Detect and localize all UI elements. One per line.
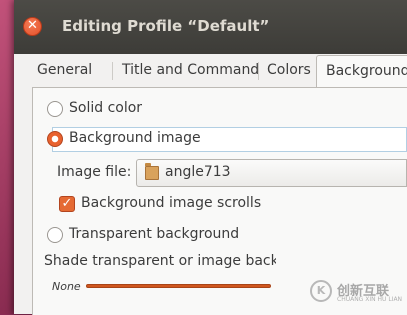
image-file-name: angle713 — [165, 164, 231, 180]
tab-colors[interactable]: Colors — [267, 55, 311, 86]
tab-bar: General Title and Command Colors Backgro… — [32, 55, 407, 88]
watermark-subtext: CHUANG XIN HU LIAN — [337, 296, 403, 303]
background-image-radio[interactable] — [47, 131, 63, 147]
solid-color-label[interactable]: Solid color — [69, 100, 142, 116]
solid-color-radio[interactable] — [47, 101, 63, 117]
watermark-logo-icon: K — [310, 280, 332, 302]
image-file-chooser-button[interactable]: angle713 — [136, 159, 407, 187]
titlebar: ✕ Editing Profile “Default” — [14, 0, 407, 54]
transparent-background-radio[interactable] — [47, 227, 63, 243]
tab-title-and-command[interactable]: Title and Command — [122, 55, 259, 86]
close-button[interactable]: ✕ — [23, 17, 42, 36]
tab-background[interactable]: Background — [316, 55, 407, 88]
shade-slider-min-label: None — [52, 280, 81, 293]
folder-icon — [145, 163, 159, 180]
tab-separator — [258, 62, 259, 80]
background-image-label[interactable]: Background image — [69, 130, 201, 146]
checkmark-icon: ✓ — [61, 196, 73, 211]
image-file-label: Image file: — [57, 164, 132, 180]
tab-separator — [112, 62, 113, 80]
background-image-scrolls-label[interactable]: Background image scrolls — [81, 195, 261, 211]
window-title: Editing Profile “Default” — [62, 17, 270, 35]
shade-slider[interactable] — [86, 284, 271, 288]
shade-label: Shade transparent or image backgi — [44, 253, 276, 269]
watermark: K 创新互联 CHUANG XIN HU LIAN — [310, 278, 406, 306]
background-image-scrolls-checkbox[interactable]: ✓ — [59, 196, 75, 212]
transparent-background-label[interactable]: Transparent background — [69, 226, 239, 242]
close-icon: ✕ — [27, 18, 38, 33]
tab-general[interactable]: General — [37, 55, 92, 86]
